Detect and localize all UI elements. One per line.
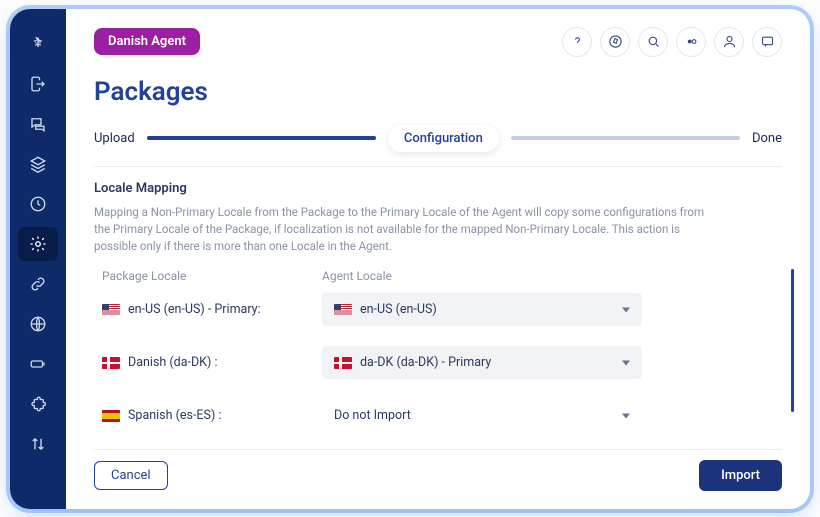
column-agent: Agent Locale: [322, 269, 642, 283]
layers-icon: [29, 155, 47, 173]
table-row: Danish (da-DK) : da-DK (da-DK) - Primary: [94, 336, 782, 389]
table-row: en-US (en-US) - Primary: en-US (en-US): [94, 283, 782, 336]
search-icon: [646, 34, 661, 49]
import-button[interactable]: Import: [699, 460, 782, 491]
link-icon: [29, 275, 47, 293]
puzzle-icon: [29, 395, 47, 413]
help-button[interactable]: [562, 27, 592, 57]
nav-globe[interactable]: [18, 307, 58, 341]
step-line-2: [511, 136, 740, 140]
message-icon: [760, 34, 775, 49]
package-locale-label: Spanish (es-ES) :: [128, 408, 221, 423]
section-desc: Mapping a Non-Primary Locale from the Pa…: [94, 204, 714, 256]
step-upload: Upload: [94, 131, 135, 146]
chevron-down-icon: [622, 413, 630, 418]
nav-battery[interactable]: [18, 347, 58, 381]
page-title: Packages: [94, 77, 782, 107]
nav-exit[interactable]: [18, 67, 58, 101]
package-locale-label: en-US (en-US) - Primary:: [128, 302, 261, 317]
topbar: Danish Agent: [94, 27, 782, 57]
chevron-down-icon: [622, 307, 630, 312]
agent-tag: Danish Agent: [94, 28, 200, 55]
divider: [94, 166, 782, 167]
agent-locale-select[interactable]: Do not Import: [322, 399, 642, 432]
footer-actions: Cancel Import: [94, 449, 782, 491]
agent-locale-select[interactable]: da-DK (da-DK) - Primary: [322, 346, 642, 379]
help-icon: [570, 34, 585, 49]
user-button[interactable]: [714, 27, 744, 57]
step-done: Done: [752, 131, 782, 146]
nav-settings[interactable]: [18, 227, 58, 261]
agent-locale-select[interactable]: en-US (en-US): [322, 293, 642, 326]
stepper: Upload Configuration Done: [94, 125, 782, 152]
table-row: Spanish (es-ES) : Do not Import: [94, 389, 782, 442]
us-flag-icon: [334, 304, 352, 316]
sidebar: [10, 9, 66, 509]
message-button[interactable]: [752, 27, 782, 57]
nav-link[interactable]: [18, 267, 58, 301]
package-locale-label: Danish (da-DK) :: [128, 355, 218, 370]
nav-sort[interactable]: [18, 427, 58, 461]
pin-icon: [29, 35, 47, 53]
battery-icon: [29, 355, 47, 373]
sort-icon: [29, 435, 47, 453]
dk-flag-icon: [334, 357, 352, 369]
es-flag-icon: [102, 410, 120, 422]
search-button[interactable]: [638, 27, 668, 57]
agent-locale-value: da-DK (da-DK) - Primary: [360, 355, 491, 370]
nav-chat[interactable]: [18, 107, 58, 141]
gear-icon: [29, 235, 47, 253]
toggle-icon: [684, 34, 699, 49]
nav-puzzle[interactable]: [18, 387, 58, 421]
cancel-button[interactable]: Cancel: [94, 461, 168, 490]
package-locale: Danish (da-DK) :: [102, 355, 302, 370]
mapping-headers: Package Locale Agent Locale: [94, 269, 782, 283]
nav-clock[interactable]: [18, 187, 58, 221]
locale-mapping: Package Locale Agent Locale en-US (en-US…: [94, 269, 782, 442]
nav-layers[interactable]: [18, 147, 58, 181]
scroll-indicator[interactable]: [791, 269, 794, 412]
step-line-1: [147, 136, 376, 140]
nav-pin[interactable]: [18, 27, 58, 61]
topbar-actions: [562, 27, 782, 57]
exit-icon: [29, 75, 47, 93]
chat-icon: [29, 115, 47, 133]
us-flag-icon: [102, 304, 120, 316]
globe-icon: [29, 315, 47, 333]
section-title: Locale Mapping: [94, 181, 782, 196]
user-icon: [722, 34, 737, 49]
agent-locale-value: en-US (en-US): [360, 302, 437, 317]
compass-button[interactable]: [600, 27, 630, 57]
dk-flag-icon: [102, 357, 120, 369]
column-package: Package Locale: [102, 269, 302, 283]
step-configuration: Configuration: [388, 125, 499, 152]
compass-icon: [608, 34, 623, 49]
toggle-button[interactable]: [676, 27, 706, 57]
app-frame: Danish Agent Packages Upload Configurati…: [10, 9, 810, 509]
package-locale: en-US (en-US) - Primary:: [102, 302, 302, 317]
main-content: Danish Agent Packages Upload Configurati…: [66, 9, 810, 509]
agent-locale-value: Do not Import: [334, 408, 411, 423]
chevron-down-icon: [622, 360, 630, 365]
package-locale: Spanish (es-ES) :: [102, 408, 302, 423]
clock-icon: [29, 195, 47, 213]
